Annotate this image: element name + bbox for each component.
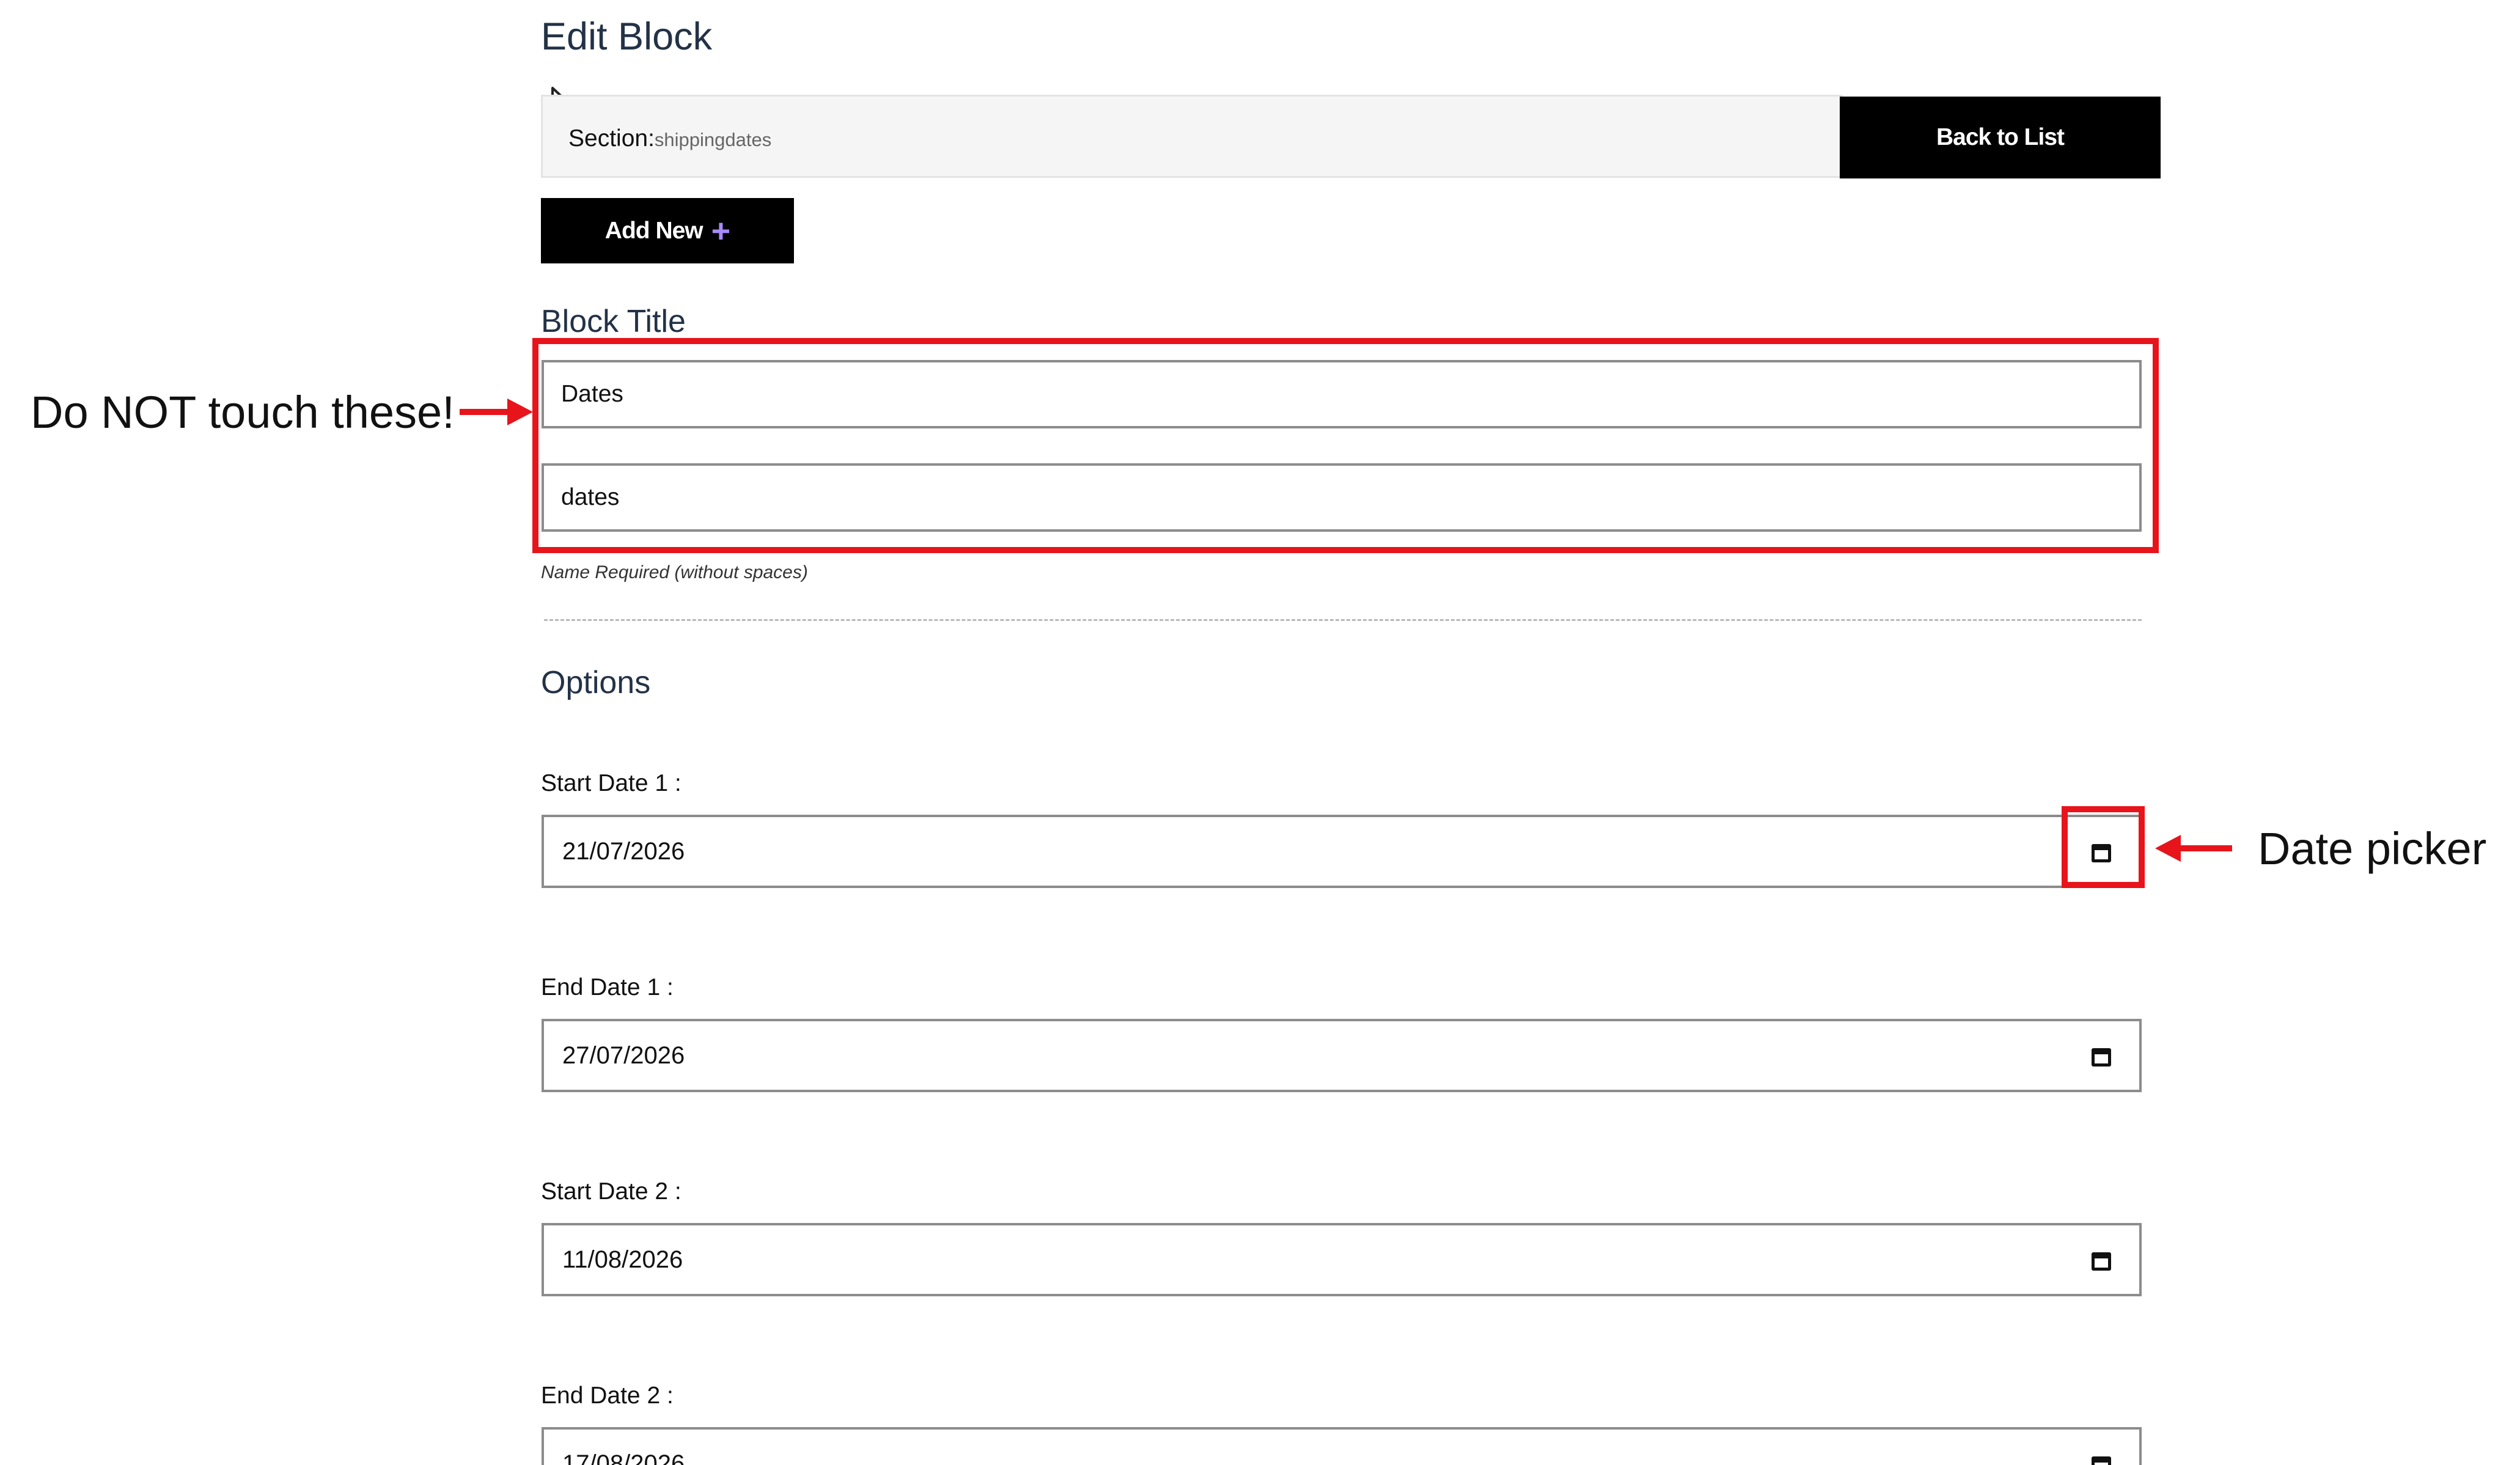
calendar-icon[interactable] — [2092, 1048, 2111, 1067]
date-picker-arrow-head-icon — [2155, 835, 2181, 862]
calendar-icon[interactable] — [2092, 1252, 2111, 1271]
end-date-1-value: 27/07/2026 — [562, 1041, 685, 1069]
options-heading: Options — [541, 665, 651, 700]
add-new-button[interactable]: Add New + — [541, 198, 794, 263]
start-date-2-input[interactable]: 11/08/2026 — [542, 1223, 2142, 1296]
date-picker-highlight-frame — [2062, 806, 2145, 888]
plus-icon: + — [711, 212, 731, 249]
screenshot-canvas: Edit Block Section:shippingdates Back to… — [0, 0, 2520, 1465]
block-title-label: Block Title — [541, 304, 686, 339]
end-date-2-label: End Date 2 : — [541, 1382, 674, 1409]
date-picker-annotation: Date picker — [2258, 823, 2487, 874]
section-label: Section: — [568, 125, 655, 152]
warning-annotation: Do NOT touch these! — [31, 387, 455, 438]
start-date-2-label: Start Date 2 : — [541, 1178, 681, 1205]
end-date-1-label: End Date 1 : — [541, 974, 674, 1001]
back-to-list-button[interactable]: Back to List — [1840, 97, 2161, 178]
section-value: shippingdates — [654, 129, 772, 150]
warning-highlight-frame — [532, 338, 2159, 553]
start-date-2-value: 11/08/2026 — [562, 1246, 683, 1273]
date-picker-arrow-shaft — [2180, 845, 2232, 851]
start-date-1-value: 21/07/2026 — [562, 837, 685, 865]
section-info: Section:shippingdates — [568, 122, 771, 156]
add-new-label: Add New — [604, 217, 703, 244]
page-title: Edit Block — [541, 15, 713, 58]
warning-arrow-shaft — [460, 409, 509, 415]
start-date-1-label: Start Date 1 : — [541, 770, 681, 796]
name-helper-text: Name Required (without spaces) — [541, 562, 808, 582]
section-divider — [544, 619, 2142, 621]
calendar-icon[interactable] — [2092, 1456, 2111, 1465]
start-date-1-input[interactable]: 21/07/2026 — [542, 815, 2142, 888]
end-date-2-input[interactable]: 17/08/2026 — [542, 1427, 2142, 1465]
end-date-1-input[interactable]: 27/07/2026 — [542, 1019, 2142, 1092]
end-date-2-value: 17/08/2026 — [562, 1450, 685, 1465]
warning-arrow-head-icon — [507, 398, 533, 425]
